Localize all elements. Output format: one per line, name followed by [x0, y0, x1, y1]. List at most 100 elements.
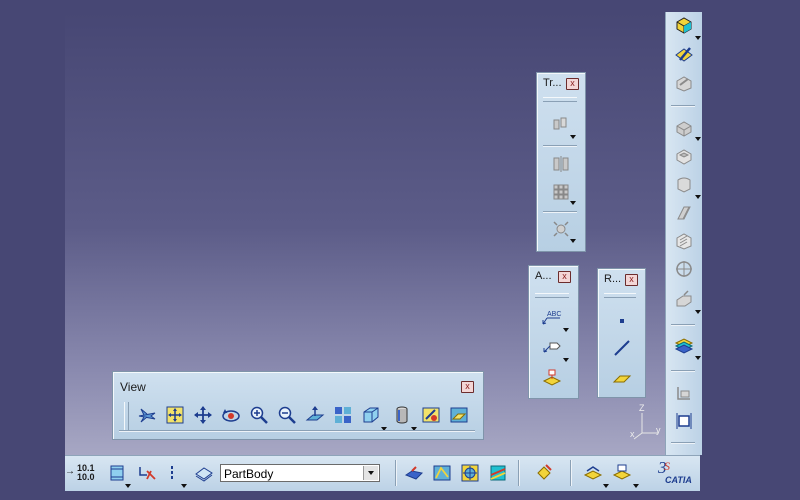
boolean-operations-icon[interactable]	[673, 334, 695, 356]
translation-icon[interactable]	[550, 113, 572, 135]
catia-wordmark: CATIA	[665, 475, 692, 485]
separator	[543, 211, 577, 212]
constraint-icon[interactable]	[673, 410, 695, 432]
toolbar-grip[interactable]	[604, 293, 636, 298]
chevron-down-icon[interactable]	[570, 135, 576, 139]
bottom-toolbar: → 10.1 10.0 PartBody	[65, 455, 700, 491]
separator	[671, 105, 695, 106]
chevron-down-icon[interactable]	[563, 358, 569, 362]
paint-icon[interactable]	[533, 462, 555, 484]
iso-view-icon[interactable]	[360, 404, 382, 426]
chevron-down-icon[interactable]	[570, 201, 576, 205]
close-icon[interactable]: x	[461, 381, 474, 393]
chamfer-icon[interactable]	[673, 202, 695, 224]
hole-icon[interactable]	[673, 258, 695, 280]
pan-icon[interactable]	[192, 404, 214, 426]
zoom-in-icon[interactable]	[248, 404, 270, 426]
zoom-out-icon[interactable]	[276, 404, 298, 426]
toolbar-title: Tr...	[543, 77, 562, 89]
chevron-down-icon[interactable]	[570, 239, 576, 243]
multi-view-icon[interactable]	[332, 404, 354, 426]
catia-logo[interactable]: 3 S CATIA	[655, 456, 699, 488]
fillet-icon[interactable]	[673, 173, 695, 195]
pad-icon[interactable]	[673, 117, 695, 139]
point-icon[interactable]	[611, 310, 633, 332]
pocket-icon[interactable]	[673, 145, 695, 167]
hide-show-icon[interactable]	[420, 404, 442, 426]
scale-label[interactable]: 10.1 10.0	[77, 464, 95, 482]
rotate-icon[interactable]	[220, 404, 242, 426]
abc-label: ABC	[547, 311, 561, 318]
dress-up-icon[interactable]	[673, 288, 695, 310]
sketcher-icon[interactable]	[673, 14, 695, 36]
part-body-select[interactable]: PartBody	[220, 464, 380, 482]
render-icon[interactable]	[487, 462, 509, 484]
part-body-icon[interactable]	[106, 462, 128, 484]
scaling-icon[interactable]	[550, 218, 572, 240]
right-workbench-toolbar	[665, 12, 702, 455]
chevron-down-icon[interactable]	[695, 195, 701, 199]
flag-note-icon[interactable]	[541, 336, 563, 358]
chevron-down-icon[interactable]	[563, 328, 569, 332]
scale-bottom: 10.0	[77, 472, 95, 482]
fit-all-icon[interactable]	[164, 404, 186, 426]
line-icon[interactable]	[611, 337, 633, 359]
chevron-down-icon[interactable]	[125, 484, 131, 488]
view-toolbar: View x	[112, 371, 484, 440]
chevron-down-icon[interactable]	[695, 36, 701, 40]
catalog-icon[interactable]	[582, 462, 604, 484]
normal-view-icon[interactable]	[304, 404, 326, 426]
chevron-down-icon[interactable]	[695, 356, 701, 360]
toolbar-title: View	[120, 380, 146, 394]
transformation-toolbar: Tr... x	[536, 72, 586, 252]
chevron-down-icon[interactable]	[633, 484, 639, 488]
chevron-down-icon[interactable]	[181, 484, 187, 488]
separator	[671, 324, 695, 325]
toolbar-title: R...	[604, 273, 622, 285]
close-icon[interactable]: x	[566, 78, 579, 90]
sketch-pencil-icon[interactable]	[673, 44, 695, 66]
chevron-down-icon[interactable]	[695, 137, 701, 141]
toolbar-grip[interactable]	[124, 402, 129, 430]
axis-x-label: x	[630, 429, 635, 439]
symmetry-icon[interactable]	[550, 153, 572, 175]
chevron-down-icon[interactable]	[603, 484, 609, 488]
chevron-down-icon[interactable]	[363, 466, 378, 480]
map-icon[interactable]	[431, 462, 453, 484]
shading-icon[interactable]	[391, 404, 413, 426]
thickness-icon[interactable]	[673, 230, 695, 252]
toolbar-grip[interactable]	[543, 97, 577, 102]
swap-space-icon[interactable]	[448, 404, 470, 426]
close-icon[interactable]: x	[625, 274, 638, 286]
list-icon[interactable]	[163, 462, 185, 484]
measure-icon[interactable]	[673, 382, 695, 404]
reference-toolbar: R... x	[597, 268, 646, 398]
separator	[671, 442, 695, 443]
axis-z-label: Z	[639, 403, 645, 413]
capture-icon[interactable]	[459, 462, 481, 484]
part-body-value: PartBody	[224, 467, 274, 481]
separator	[543, 145, 577, 146]
separator	[671, 370, 695, 371]
pattern-icon[interactable]	[550, 181, 572, 203]
toolbar-bottom-edge	[119, 430, 475, 431]
exit-workbench-icon[interactable]	[673, 72, 695, 94]
toolbar-grip[interactable]	[535, 293, 569, 298]
annotation-plane-icon[interactable]	[541, 366, 563, 388]
body-icon[interactable]	[193, 462, 215, 484]
text-with-leader-icon[interactable]: ABC	[541, 306, 563, 328]
axis-y-label: y	[656, 425, 661, 435]
split-icon[interactable]	[136, 462, 158, 484]
fly-mode-icon[interactable]	[136, 404, 158, 426]
copy-icon[interactable]	[611, 462, 633, 484]
plane-icon[interactable]	[611, 367, 633, 389]
toolbar-title: A...	[535, 270, 552, 282]
arrow-icon: →	[65, 466, 75, 477]
apply-material-icon[interactable]	[403, 462, 425, 484]
annotation-toolbar: A... x ABC	[528, 265, 579, 399]
close-icon[interactable]: x	[558, 271, 571, 283]
separator	[518, 460, 519, 486]
compass-axes[interactable]: Z x y	[630, 403, 666, 441]
svg-text:S: S	[664, 459, 670, 473]
chevron-down-icon[interactable]	[695, 310, 701, 314]
